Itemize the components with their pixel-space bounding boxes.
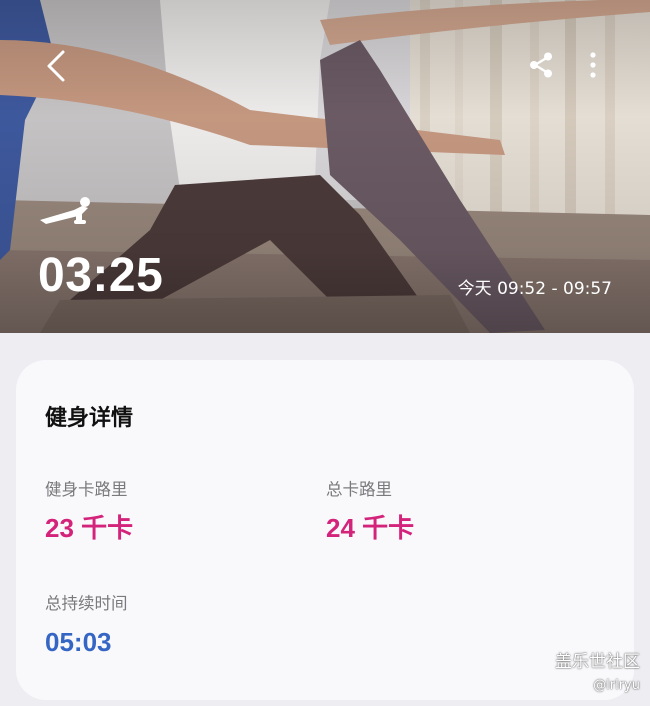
chevron-left-icon — [47, 50, 65, 82]
share-icon — [530, 52, 552, 78]
workout-time-range: 今天 09:52 - 09:57 — [457, 279, 612, 299]
workout-calories-label: 健身卡路里 — [45, 480, 128, 499]
workout-calories-value: 23 千卡 — [45, 513, 134, 543]
details-title: 健身详情 — [45, 406, 134, 431]
watermark-user: @lrlryu — [593, 678, 640, 693]
total-duration-label: 总持续时间 — [45, 594, 128, 613]
plank-workout-icon — [40, 197, 90, 224]
workout-details-card: 健身详情 健身卡路里 23 千卡 总卡路里 24 千卡 总持续时间 05:03 — [16, 360, 634, 700]
total-duration-metric: 总持续时间 05:03 — [45, 592, 128, 658]
back-button[interactable] — [34, 44, 78, 88]
total-calories-value: 24 千卡 — [326, 513, 415, 543]
workout-duration: 03:25 — [38, 249, 164, 302]
total-calories-metric: 总卡路里 24 千卡 — [326, 478, 414, 544]
total-duration-value: 05:03 — [45, 627, 112, 657]
more-vertical-icon — [590, 52, 596, 78]
watermark-brand: 盖乐世社区 — [555, 652, 640, 672]
workout-hero-image: 03:25 今天 09:52 - 09:57 — [0, 0, 650, 333]
total-calories-label: 总卡路里 — [326, 480, 392, 499]
more-options-button[interactable] — [576, 44, 610, 86]
workout-calories-metric: 健身卡路里 23 千卡 — [45, 478, 133, 544]
share-button[interactable] — [520, 44, 562, 86]
